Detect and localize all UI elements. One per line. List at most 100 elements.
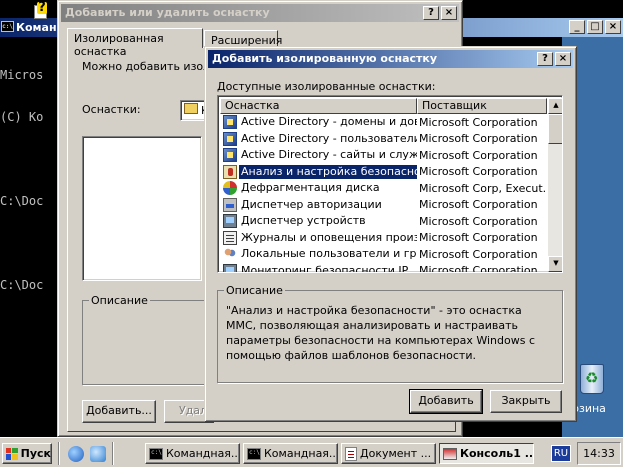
- log-snapin-icon: [223, 230, 237, 245]
- list-item-vendor: Microsoft Corporation: [419, 148, 538, 162]
- help-button[interactable]: ?: [537, 52, 553, 66]
- help-button[interactable]: ?: [423, 6, 439, 20]
- list-item-snapin-cell: Журналы и оповещения произв...: [220, 230, 417, 245]
- column-header-vendor[interactable]: Поставщик: [417, 98, 547, 114]
- ad-snapin-icon: [223, 131, 237, 146]
- list-item-snapin-cell: Active Directory - сайты и службы: [220, 148, 417, 163]
- add-snapin-button[interactable]: Добавить: [409, 389, 483, 414]
- list-item-name: Мониторинг безопасности IP: [241, 263, 409, 273]
- list-item[interactable]: Active Directory - домены и дове...Micro…: [220, 114, 547, 131]
- list-item-snapin-cell: Дефрагментация диска: [220, 181, 417, 196]
- description-group-label: Описание: [224, 284, 285, 297]
- list-item-snapin-cell: Active Directory - домены и дове...: [220, 115, 417, 130]
- outlook-express-icon[interactable]: [90, 446, 106, 462]
- taskbar: Пуск Командная... Командная... Документ ..…: [0, 437, 623, 467]
- console-output: Micros (C) Ко C:\Doc C:\Doc: [0, 40, 60, 306]
- internet-explorer-icon[interactable]: [68, 446, 84, 462]
- list-item-snapin-cell: Active Directory - пользователи ...: [220, 131, 417, 146]
- description-group: Описание "Анализ и настройка безопасност…: [217, 284, 563, 383]
- add-standalone-snapin-title: Добавить изолированную оснастку: [212, 52, 438, 65]
- tab-standalone[interactable]: Изолированная оснастка: [67, 28, 203, 58]
- list-item[interactable]: Диспетчер устройств Microsoft Corporation: [220, 213, 547, 230]
- taskbar-button-label: Консоль1 ...: [460, 447, 534, 460]
- close-button[interactable]: ×: [555, 52, 571, 66]
- start-label: Пуск: [20, 447, 51, 460]
- windows-logo-icon: [6, 447, 18, 460]
- defrag-snapin-icon: [223, 181, 237, 196]
- recycle-bin-label: рзина: [572, 402, 606, 415]
- list-item[interactable]: Журналы и оповещения произв... Microsoft …: [220, 230, 547, 247]
- add-standalone-snapin-titlebar[interactable]: Добавить изолированную оснастку ? ×: [208, 50, 573, 68]
- console-line: (C) Ко: [0, 110, 44, 124]
- console-close-button[interactable]: ×: [605, 20, 621, 34]
- list-item-name: Active Directory - пользователи ...: [241, 131, 417, 145]
- list-item-name: Дефрагментация диска: [241, 181, 380, 195]
- list-item-snapin-cell: Диспетчер устройств: [220, 214, 417, 229]
- users-snapin-icon: [223, 247, 237, 262]
- description-group-label: Описание: [89, 294, 150, 307]
- list-item-name: Анализ и настройка безопасности: [237, 164, 417, 179]
- help-desktop-icon[interactable]: ?: [32, 1, 50, 20]
- taskbar-button-label: Командная...: [264, 447, 338, 460]
- column-header-snapin[interactable]: Оснастка: [220, 98, 417, 114]
- taskbar-button[interactable]: Документ ...: [341, 443, 436, 464]
- taskbar-button-label: Документ ...: [360, 447, 432, 460]
- taskbar-button[interactable]: Командная...: [243, 443, 338, 464]
- list-scrollbar[interactable]: ▲ ▼: [548, 98, 562, 272]
- system-clock[interactable]: 14:33: [577, 442, 621, 465]
- ad-snapin-icon: [223, 148, 237, 163]
- mmc-icon: [443, 447, 457, 460]
- console-minimize-button[interactable]: _: [569, 20, 585, 34]
- list-item-name: Диспетчер авторизации: [241, 197, 382, 211]
- snapins-list[interactable]: [82, 136, 202, 281]
- list-item-name: Журналы и оповещения произв...: [241, 230, 417, 244]
- list-item-snapin-cell: Диспетчер авторизации: [220, 197, 417, 212]
- list-item[interactable]: Мониторинг безопасности IP Microsoft Corp…: [220, 263, 547, 273]
- list-header: Оснастка Поставщик: [220, 98, 547, 114]
- list-item-name: Локальные пользователи и груп...: [241, 247, 417, 261]
- list-item[interactable]: Анализ и настройка безопасностиMicrosoft…: [220, 164, 547, 181]
- list-item-name: Active Directory - домены и дове...: [241, 115, 417, 129]
- list-item-vendor: Microsoft Corporation: [419, 165, 538, 179]
- cmd-icon: [247, 447, 261, 460]
- cmd-icon: [149, 447, 163, 460]
- scroll-down-button[interactable]: ▼: [548, 256, 562, 272]
- add-remove-snapin-title: Добавить или удалить оснастку: [65, 6, 270, 19]
- description-group: Описание: [82, 294, 207, 385]
- add-remove-snapin-titlebar[interactable]: Добавить или удалить оснастку ? ×: [61, 4, 459, 22]
- dev-snapin-icon: [223, 214, 237, 229]
- taskbar-separator: [58, 442, 60, 465]
- auth-snapin-icon: [223, 197, 237, 212]
- recycle-bin-icon[interactable]: рзина: [572, 364, 612, 416]
- list-item[interactable]: Active Directory - сайты и службы Microso…: [220, 147, 547, 164]
- add-standalone-snapin-dialog: Добавить изолированную оснастку ? × Дост…: [204, 46, 577, 422]
- close-dialog-button[interactable]: Закрыть: [490, 390, 562, 413]
- description-text: "Анализ и настройка безопасности" - это …: [226, 304, 536, 362]
- doc-icon: [345, 446, 357, 461]
- list-item-vendor: Microsoft Corporation: [419, 247, 538, 261]
- scroll-up-button[interactable]: ▲: [548, 98, 562, 114]
- snapins-listview[interactable]: Оснастка Поставщик Active Directory - до…: [217, 95, 563, 273]
- folder-icon: [184, 103, 198, 114]
- sec-snapin-icon: [223, 164, 237, 179]
- language-indicator[interactable]: RU: [551, 445, 571, 462]
- add-button[interactable]: Добавить...: [82, 400, 156, 423]
- list-item[interactable]: Диспетчер авторизации Microsoft Corporati…: [220, 197, 547, 214]
- taskbar-separator: [112, 442, 114, 465]
- taskbar-button-label: Командная...: [166, 447, 240, 460]
- list-item[interactable]: Дефрагментация диска Microsoft Corp, Exec…: [220, 180, 547, 197]
- scroll-thumb[interactable]: [548, 114, 562, 144]
- close-button[interactable]: ×: [441, 6, 457, 20]
- list-item-vendor: Microsoft Corporation: [419, 115, 538, 129]
- list-item[interactable]: Active Directory - пользователи ... Micro…: [220, 131, 547, 148]
- taskbar-button[interactable]: Командная...: [145, 443, 240, 464]
- list-item-vendor: Microsoft Corporation: [419, 231, 538, 245]
- list-item-vendor: Microsoft Corporation: [419, 264, 538, 273]
- ad-snapin-icon: [223, 115, 237, 130]
- taskbar-button[interactable]: Консоль1 ...: [439, 443, 534, 464]
- console-icon: c:\: [1, 21, 14, 32]
- console-maximize-button[interactable]: □: [587, 20, 603, 34]
- start-button[interactable]: Пуск: [2, 443, 52, 464]
- list-item[interactable]: Локальные пользователи и груп...Microsof…: [220, 246, 547, 263]
